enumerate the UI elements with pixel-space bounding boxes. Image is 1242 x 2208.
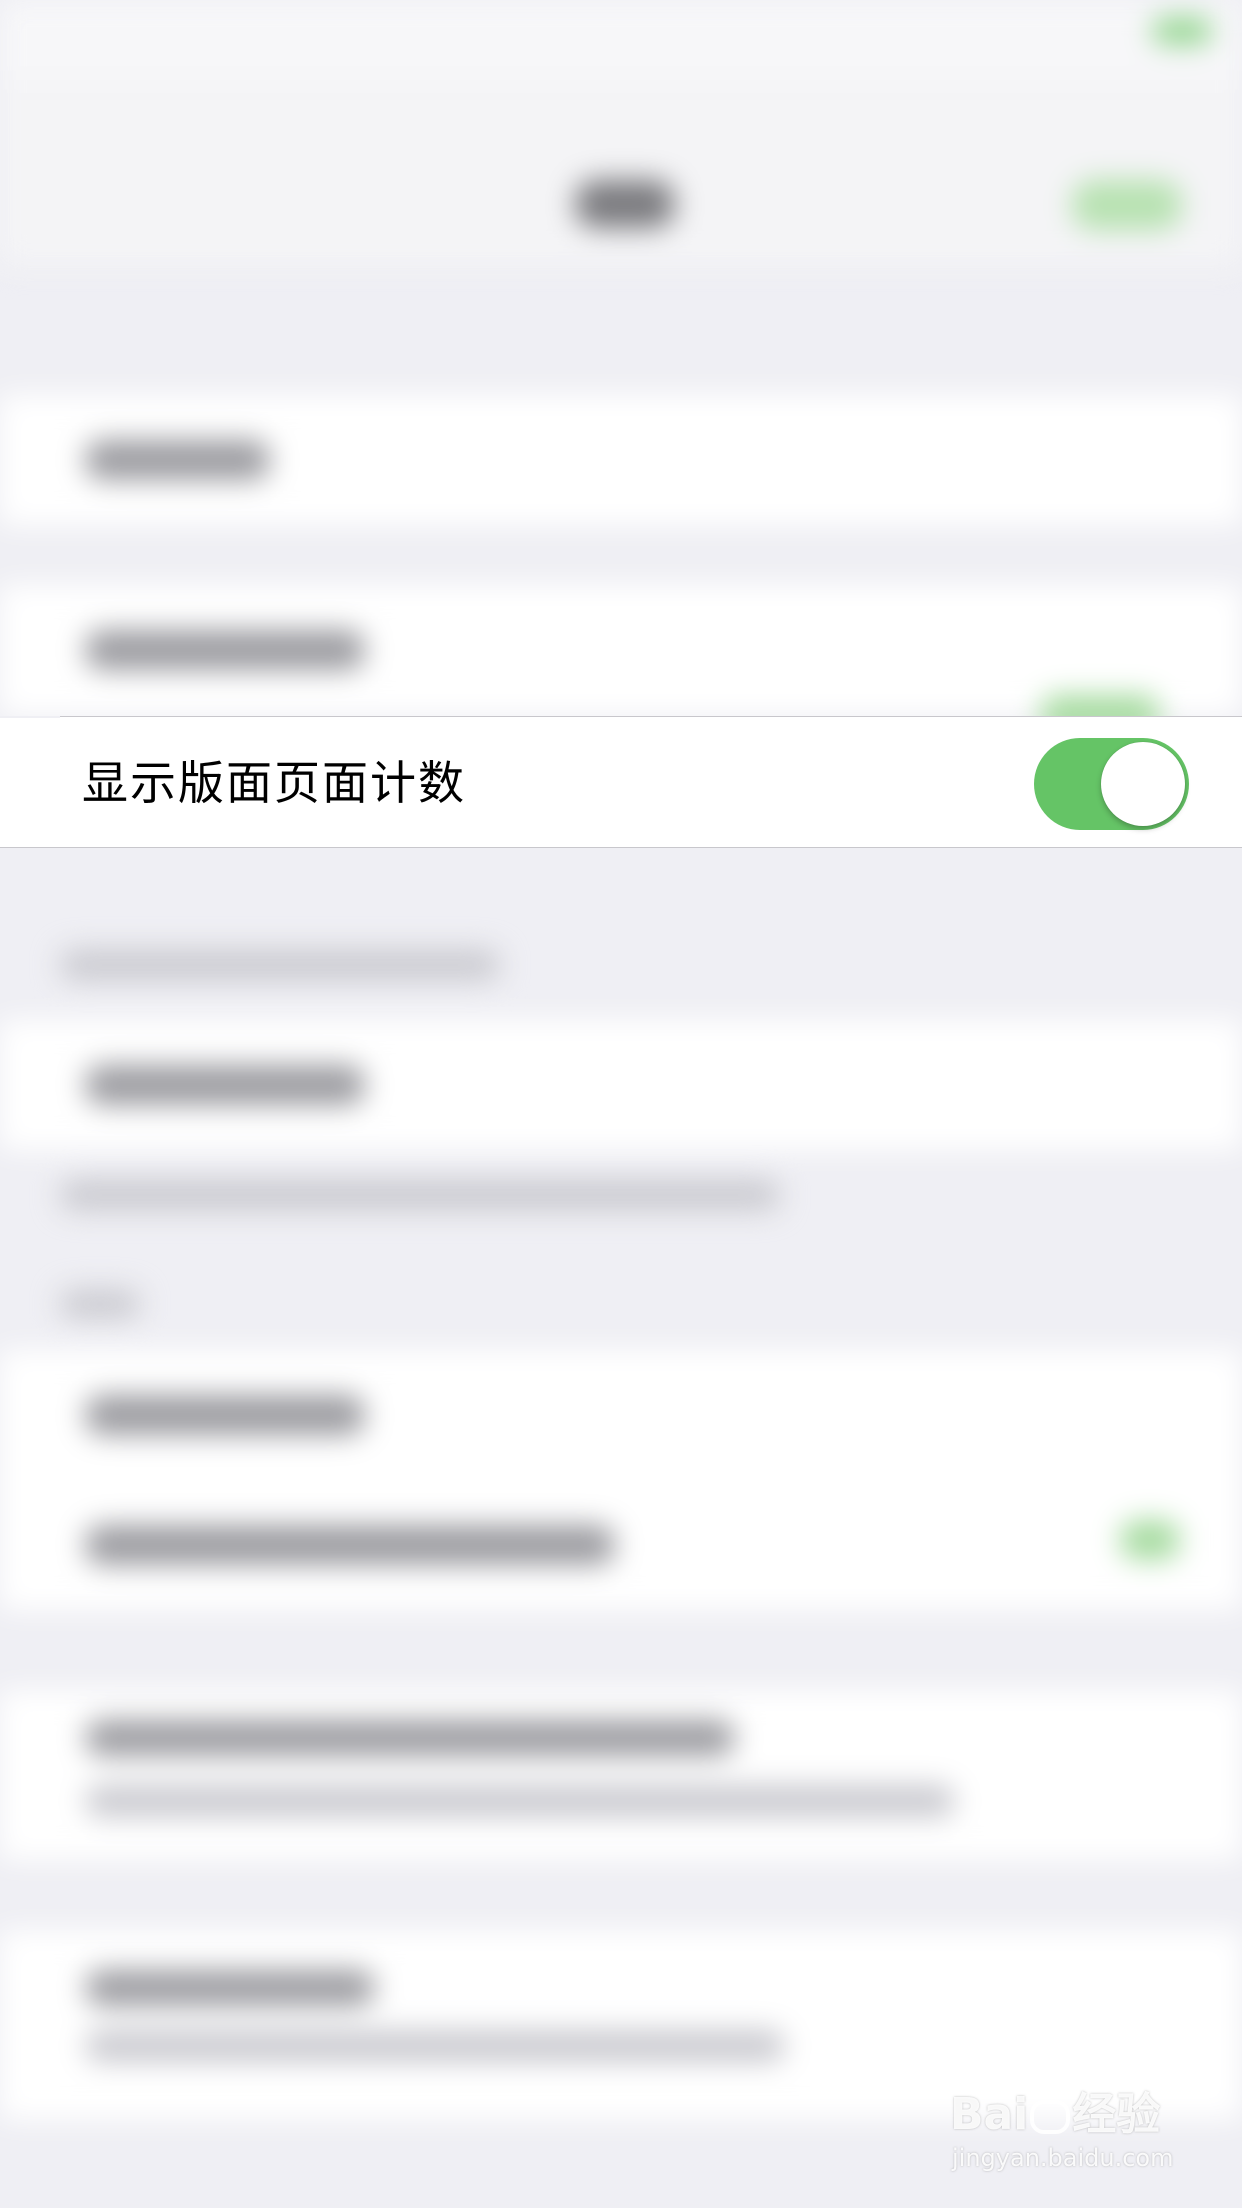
blurred-row-4 xyxy=(0,1350,1242,1610)
blurred-section-header-2 xyxy=(60,1290,140,1318)
nav-title-blurred xyxy=(575,180,675,228)
status-bar xyxy=(0,0,1242,80)
nav-done-button-blurred xyxy=(1072,180,1182,230)
navigation-bar xyxy=(0,80,1242,265)
watermark-url: jingyan.baidu.com xyxy=(952,2144,1174,2172)
page-count-toggle[interactable] xyxy=(1034,738,1189,830)
paw-icon xyxy=(1030,2100,1071,2134)
settings-screen: 显示版面页面计数 Bai 经验 jingyan.baidu.com xyxy=(0,0,1242,2208)
watermark-logo: Bai 经验 xyxy=(950,2078,1160,2142)
blurred-row-1 xyxy=(0,395,1242,525)
watermark-logo-text-1: Bai xyxy=(950,2089,1029,2140)
settings-row-show-page-count[interactable]: 显示版面页面计数 xyxy=(0,716,1242,848)
separator-inset xyxy=(0,716,60,718)
watermark-logo-text-2: 经验 xyxy=(1072,2089,1161,2140)
blurred-section-header xyxy=(60,950,500,980)
baidu-jingyan-watermark: Bai 经验 jingyan.baidu.com xyxy=(950,2078,1190,2188)
blurred-background xyxy=(0,0,1242,2208)
blurred-row-5 xyxy=(0,1690,1242,1860)
toggle-knob xyxy=(1101,742,1185,826)
status-indicator xyxy=(1152,18,1212,44)
blurred-row-3 xyxy=(0,1020,1242,1150)
blurred-row-2 xyxy=(0,585,1242,735)
blurred-footer-text xyxy=(60,1180,780,1210)
settings-row-label: 显示版面页面计数 xyxy=(82,756,466,810)
